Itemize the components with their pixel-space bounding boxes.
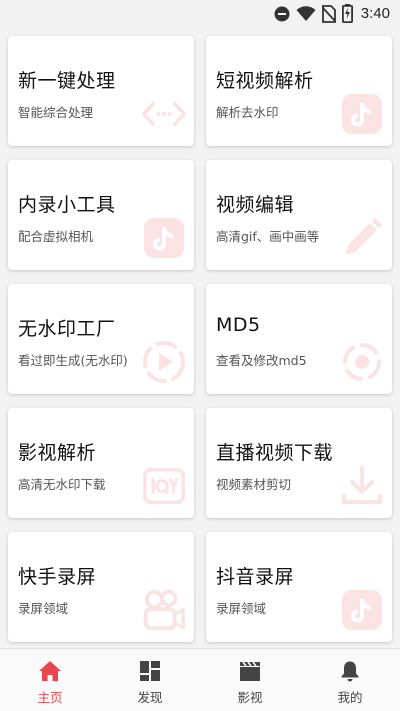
card-subtitle: 看过即生成(无水印) <box>18 353 128 368</box>
nav-movies[interactable]: 影视 <box>200 649 300 711</box>
card-subtitle: 录屏领域 <box>18 601 69 616</box>
battery-charging-icon <box>341 4 353 23</box>
tiktok-icon <box>340 588 384 632</box>
card-film-parse[interactable]: 影视解析 高清无水印下载 <box>8 408 194 518</box>
card-subtitle: 智能综合处理 <box>18 105 94 120</box>
card-title: 新一键处理 <box>18 70 116 92</box>
card-video-edit[interactable]: 视频编辑 高清gif、画中画等 <box>206 160 392 270</box>
nav-label: 主页 <box>37 690 63 705</box>
card-title: MD5 <box>216 314 261 336</box>
video-camera-icon <box>142 588 186 632</box>
card-title: 快手录屏 <box>18 566 97 588</box>
status-time: 3:40 <box>360 5 390 22</box>
bell-icon <box>338 659 362 683</box>
download-icon <box>340 464 384 508</box>
card-title: 无水印工厂 <box>18 318 116 340</box>
nav-label: 影视 <box>237 690 263 705</box>
card-subtitle: 解析去水印 <box>216 105 279 120</box>
card-title: 直播视频下载 <box>216 442 334 464</box>
card-kuaishou-record[interactable]: 快手录屏 录屏领域 <box>8 532 194 642</box>
wifi-icon <box>296 5 316 22</box>
card-subtitle: 配合虚拟相机 <box>18 229 94 244</box>
card-subtitle: 视频素材剪切 <box>216 477 292 492</box>
iqiyi-icon <box>142 464 186 508</box>
tiktok-icon <box>340 92 384 136</box>
nav-label: 发现 <box>137 690 163 705</box>
nav-label: 我的 <box>337 690 363 705</box>
clapperboard-icon <box>238 659 262 683</box>
no-sim-icon <box>321 4 336 23</box>
card-live-video-download[interactable]: 直播视频下载 视频素材剪切 <box>206 408 392 518</box>
nav-discover[interactable]: 发现 <box>100 649 200 711</box>
card-title: 内录小工具 <box>18 194 116 216</box>
card-md5[interactable]: MD5 查看及修改md5 <box>206 284 392 394</box>
target-dashed-icon <box>340 340 384 384</box>
dashboard-icon <box>138 659 162 683</box>
play-circle-icon <box>142 340 186 384</box>
card-subtitle: 高清gif、画中画等 <box>216 229 320 244</box>
nav-home[interactable]: 主页 <box>0 649 100 711</box>
card-subtitle: 高清无水印下载 <box>18 477 106 492</box>
card-title: 影视解析 <box>18 442 97 464</box>
card-douyin-record[interactable]: 抖音录屏 录屏领域 <box>206 532 392 642</box>
do-not-disturb-icon <box>274 6 290 22</box>
home-icon <box>38 659 62 683</box>
card-one-click-process[interactable]: 新一键处理 智能综合处理 <box>8 36 194 146</box>
card-screen-record-tool[interactable]: 内录小工具 配合虚拟相机 <box>8 160 194 270</box>
tiktok-icon <box>142 216 186 260</box>
bottom-nav: 主页 发现 影视 我的 <box>0 648 400 711</box>
nav-profile[interactable]: 我的 <box>300 649 400 711</box>
status-bar: 3:40 <box>0 0 400 27</box>
card-subtitle: 查看及修改md5 <box>216 353 307 368</box>
pencil-icon <box>340 216 384 260</box>
feature-grid: 新一键处理 智能综合处理 短视频解析 解析去水印 内录小工具 配合虚拟相机 视频… <box>8 36 392 642</box>
card-title: 抖音录屏 <box>216 566 295 588</box>
card-short-video-parse[interactable]: 短视频解析 解析去水印 <box>206 36 392 146</box>
card-title: 短视频解析 <box>216 70 314 92</box>
card-title: 视频编辑 <box>216 194 295 216</box>
card-no-watermark-factory[interactable]: 无水印工厂 看过即生成(无水印) <box>8 284 194 394</box>
code-dots-icon <box>142 92 186 136</box>
card-subtitle: 录屏领域 <box>216 601 267 616</box>
